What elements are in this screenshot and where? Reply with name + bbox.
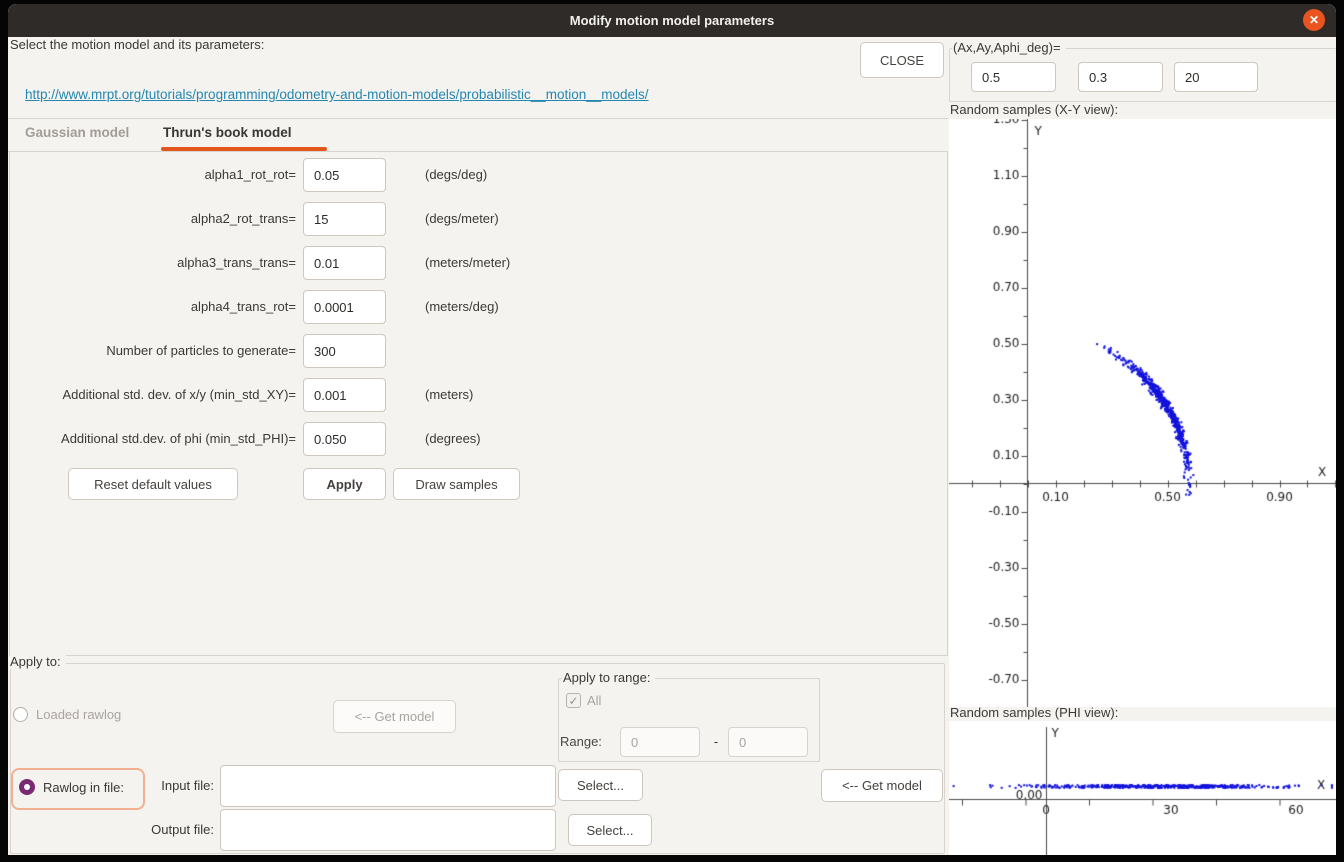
form-row: alpha1_rot_rot= (degs/deg) (8, 158, 608, 192)
tab-thruns-book-model[interactable]: Thrun's book model (163, 125, 291, 140)
loaded-rawlog-label: Loaded rawlog (36, 707, 121, 722)
particles-input[interactable] (303, 334, 386, 368)
param-unit: (meters/meter) (425, 246, 510, 280)
alpha4-input[interactable] (303, 290, 386, 324)
window-title: Modify motion model parameters (8, 4, 1336, 37)
loaded-rawlog-radio-icon[interactable] (13, 707, 28, 722)
all-checkbox-label: All (587, 693, 601, 708)
param-label: alpha1_rot_rot= (8, 158, 296, 192)
param-label: Additional std.dev. of phi (min_std_PHI)… (8, 422, 296, 456)
param-label: alpha4_trans_rot= (8, 290, 296, 324)
alpha1-input[interactable] (303, 158, 386, 192)
param-unit: (degs/deg) (425, 158, 487, 192)
min-std-phi-input[interactable] (303, 422, 386, 456)
select-output-file-button[interactable]: Select... (568, 814, 652, 846)
instruction-label: Select the motion model and its paramete… (10, 37, 264, 52)
window-close-icon[interactable]: ✕ (1303, 9, 1325, 31)
phi-view-canvas (949, 721, 1336, 855)
input-file-field[interactable] (220, 765, 556, 807)
param-unit: (meters/deg) (425, 290, 499, 324)
tutorial-link[interactable]: http://www.mrpt.org/tutorials/programmin… (25, 87, 649, 102)
form-row: alpha2_rot_trans= (degs/meter) (8, 202, 608, 236)
close-dialog-button[interactable]: CLOSE (860, 42, 944, 78)
param-unit: (degrees) (425, 422, 481, 456)
all-option[interactable]: ✓ All (566, 692, 601, 708)
alpha2-input[interactable] (303, 202, 386, 236)
form-row: alpha3_trans_trans= (meters/meter) (8, 246, 608, 280)
param-label: alpha3_trans_trans= (8, 246, 296, 280)
aphi-input[interactable] (1174, 62, 1258, 92)
param-unit: (meters) (425, 378, 473, 412)
draw-samples-button[interactable]: Draw samples (393, 468, 520, 500)
tabbar-top-divider (8, 118, 948, 119)
loaded-rawlog-option[interactable]: Loaded rawlog (13, 700, 121, 728)
ax-input[interactable] (971, 62, 1056, 92)
all-checkbox-icon[interactable]: ✓ (566, 693, 581, 708)
rawlog-in-file-option[interactable]: Rawlog in file: (19, 772, 124, 802)
titlebar[interactable]: Modify motion model parameters ✕ (8, 4, 1336, 37)
apply-to-legend: Apply to: (10, 654, 66, 669)
range-to-input[interactable] (728, 727, 808, 757)
form-row: alpha4_trans_rot= (meters/deg) (8, 290, 608, 324)
rawlog-in-file-label: Rawlog in file: (43, 780, 124, 795)
xy-view-canvas (949, 119, 1336, 707)
param-unit: (degs/meter) (425, 202, 499, 236)
tab-gaussian-model[interactable]: Gaussian model (25, 125, 129, 140)
apply-to-range-legend: Apply to range: (562, 670, 655, 685)
param-label: Number of particles to generate= (8, 334, 296, 368)
range-dash: - (708, 727, 724, 757)
input-file-label: Input file: (114, 765, 214, 807)
form-row: Additional std.dev. of phi (min_std_PHI)… (8, 422, 608, 456)
alpha3-input[interactable] (303, 246, 386, 280)
pose-increment-label: (Ax,Ay,Aphi_deg)= (952, 40, 1066, 55)
range-label: Range: (560, 727, 616, 757)
output-file-field[interactable] (220, 809, 556, 851)
xy-view-title: Random samples (X-Y view): (950, 102, 1118, 117)
dialog-window: Modify motion model parameters ✕ Select … (8, 4, 1336, 855)
phi-view-title: Random samples (PHI view): (950, 705, 1118, 720)
form-row: Number of particles to generate= (8, 334, 608, 368)
param-label: alpha2_rot_trans= (8, 202, 296, 236)
range-from-input[interactable] (620, 727, 700, 757)
output-file-label: Output file: (106, 809, 214, 851)
get-model-file-button[interactable]: <-- Get model (821, 769, 943, 802)
min-std-xy-input[interactable] (303, 378, 386, 412)
apply-button[interactable]: Apply (303, 468, 386, 500)
screen: Modify motion model parameters ✕ Select … (0, 0, 1344, 862)
rawlog-in-file-radio-icon[interactable] (19, 779, 35, 795)
ay-input[interactable] (1078, 62, 1163, 92)
param-label: Additional std. dev. of x/y (min_std_XY)… (8, 378, 296, 412)
form-row: Additional std. dev. of x/y (min_std_XY)… (8, 378, 608, 412)
select-input-file-button[interactable]: Select... (558, 769, 643, 801)
get-model-loaded-button[interactable]: <-- Get model (333, 700, 456, 733)
reset-defaults-button[interactable]: Reset default values (68, 468, 238, 500)
